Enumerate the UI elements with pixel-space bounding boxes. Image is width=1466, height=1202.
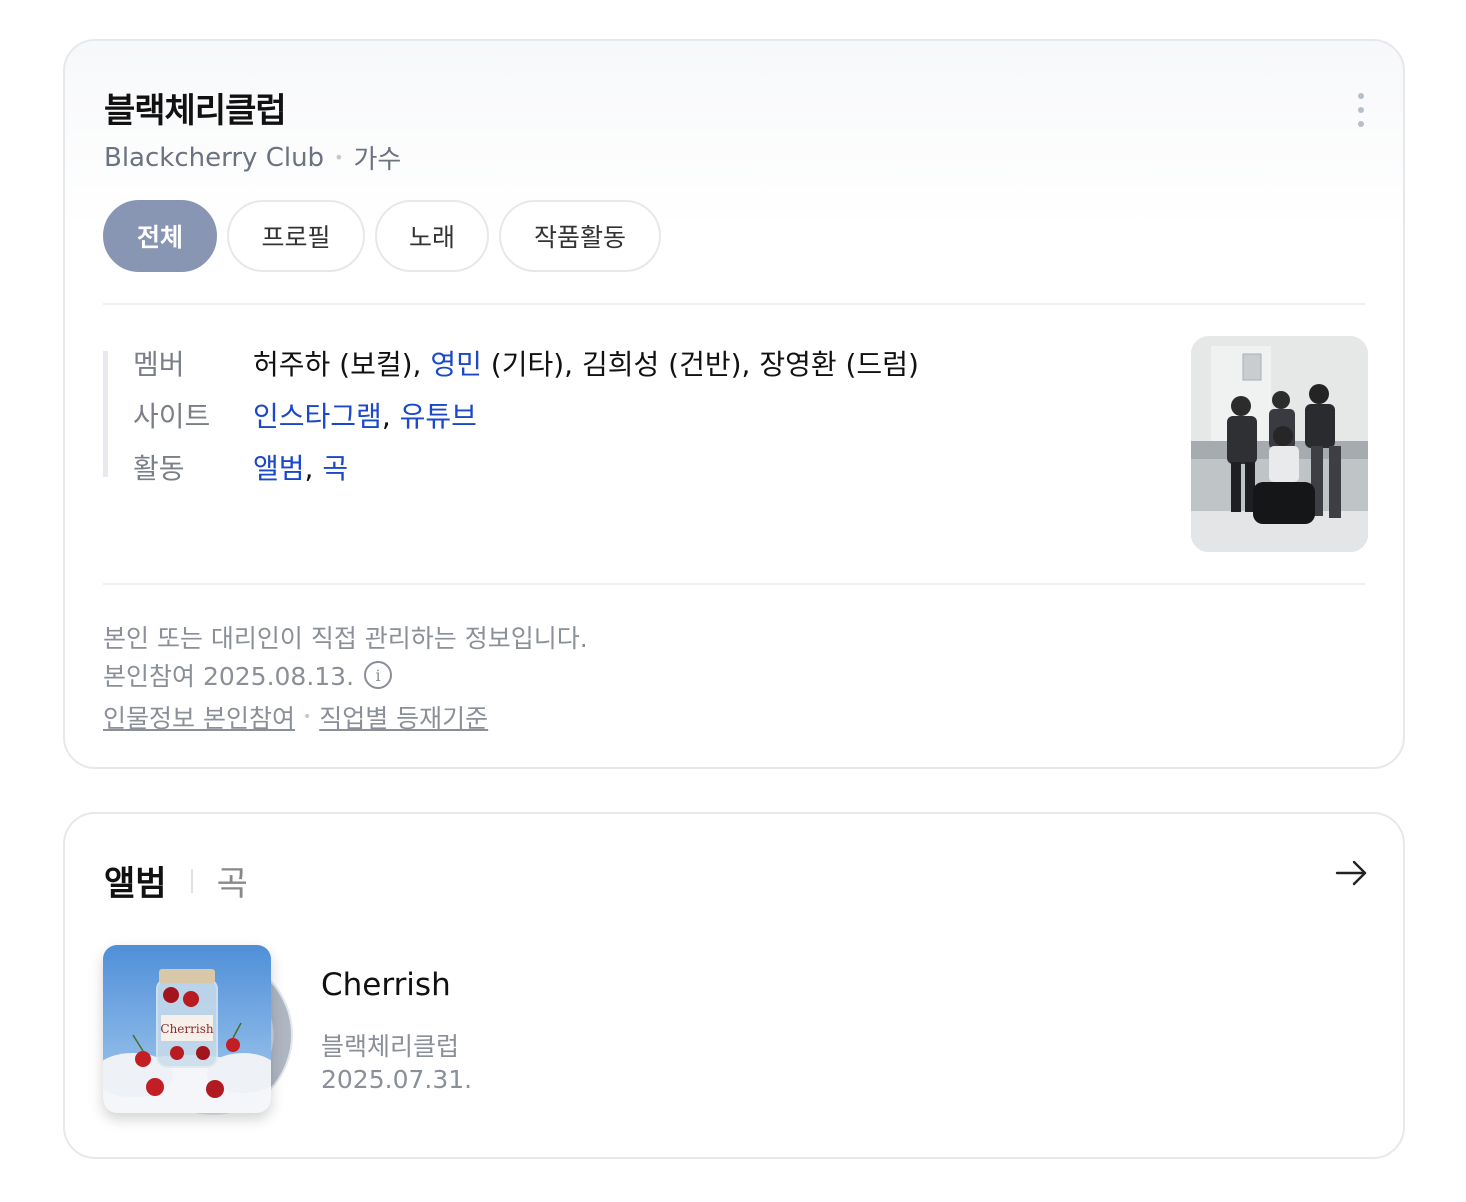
footer-links: 인물정보 본인참여 • 직업별 등재기준 <box>103 699 488 735</box>
profile-tabs: 전체 프로필 노래 작품활동 <box>103 200 661 272</box>
info-accent-bar <box>103 351 108 477</box>
album-release-date: 2025.07.31. <box>321 1065 473 1094</box>
tab-songs[interactable]: 노래 <box>375 200 489 272</box>
more-options-icon[interactable] <box>1349 93 1373 127</box>
member-text: 김희성 (건반), <box>581 348 760 381</box>
listing-criteria-link[interactable]: 직업별 등재기준 <box>319 699 488 735</box>
members-label: 멤버 <box>133 348 185 381</box>
tab-separator <box>190 868 193 893</box>
artist-subtitle: Blackcherry Club • 가수 <box>104 139 401 176</box>
members-value: 허주하 (보컬), 영민 (기타), 김희성 (건반), 장영환 (드럼) <box>253 343 919 383</box>
album-tabs: 앨범 곡 <box>104 856 248 905</box>
album-title[interactable]: Cherrish <box>321 967 451 1003</box>
separator-dot: • <box>302 709 312 725</box>
album-item[interactable]: Cherrish Cherrish 블랙체리클럽 2025.07.31. <box>103 945 603 1120</box>
divider <box>103 303 1365 305</box>
comma: , <box>304 452 323 485</box>
album-card: 앨범 곡 Cherrish Cherrish 블랙체리클럽 2025.07.31… <box>63 812 1405 1159</box>
info-row-sites: 사이트 인스타그램, 유튜브 <box>133 395 477 435</box>
profile-participation-link[interactable]: 인물정보 본인참여 <box>103 699 295 735</box>
separator-dot: • <box>334 148 344 167</box>
sites-label: 사이트 <box>133 400 211 433</box>
cover-text: Cherrish <box>160 1022 213 1036</box>
album-artist: 블랙체리클럽 <box>321 1032 460 1061</box>
member-text: 장영환 (드럼) <box>759 348 919 381</box>
divider <box>103 583 1365 585</box>
info-row-activity: 활동 앨범, 곡 <box>133 447 348 487</box>
song-link[interactable]: 곡 <box>322 452 348 485</box>
tab-profile[interactable]: 프로필 <box>227 200 365 272</box>
member-text: (기타), <box>481 348 582 381</box>
managed-notice: 본인 또는 대리인이 직접 관리하는 정보입니다. <box>103 624 588 653</box>
info-row-members: 멤버 허주하 (보컬), 영민 (기타), 김희성 (건반), 장영환 (드럼) <box>133 343 919 383</box>
artist-english-name: Blackcherry Club <box>104 142 325 173</box>
album-cover[interactable]: Cherrish <box>103 945 271 1113</box>
activity-label: 활동 <box>133 452 185 485</box>
tab-all[interactable]: 전체 <box>103 200 217 272</box>
instagram-link[interactable]: 인스타그램 <box>253 400 382 433</box>
sites-value: 인스타그램, 유튜브 <box>253 395 477 435</box>
member-link-youngmin[interactable]: 영민 <box>430 348 482 381</box>
info-circle-icon[interactable]: i <box>364 661 393 689</box>
profile-card: 블랙체리클럽 Blackcherry Club • 가수 전체 프로필 노래 작… <box>63 39 1405 769</box>
comma: , <box>381 400 400 433</box>
artist-photo[interactable] <box>1191 336 1368 552</box>
participation-date: 본인참여 2025.08.13. <box>103 662 355 691</box>
youtube-link[interactable]: 유튜브 <box>400 400 477 433</box>
participation-row: 본인참여 2025.08.13. i <box>103 657 393 693</box>
activity-value: 앨범, 곡 <box>253 447 348 487</box>
tab-album[interactable]: 앨범 <box>104 856 167 905</box>
artist-name: 블랙체리클럽 <box>104 91 287 131</box>
arrow-right-icon[interactable] <box>1335 858 1369 888</box>
artist-occupation: 가수 <box>353 145 402 175</box>
album-link[interactable]: 앨범 <box>253 452 305 485</box>
tab-works[interactable]: 작품활동 <box>499 200 661 272</box>
member-text: 허주하 (보컬), <box>253 348 431 381</box>
tab-song[interactable]: 곡 <box>217 856 248 905</box>
